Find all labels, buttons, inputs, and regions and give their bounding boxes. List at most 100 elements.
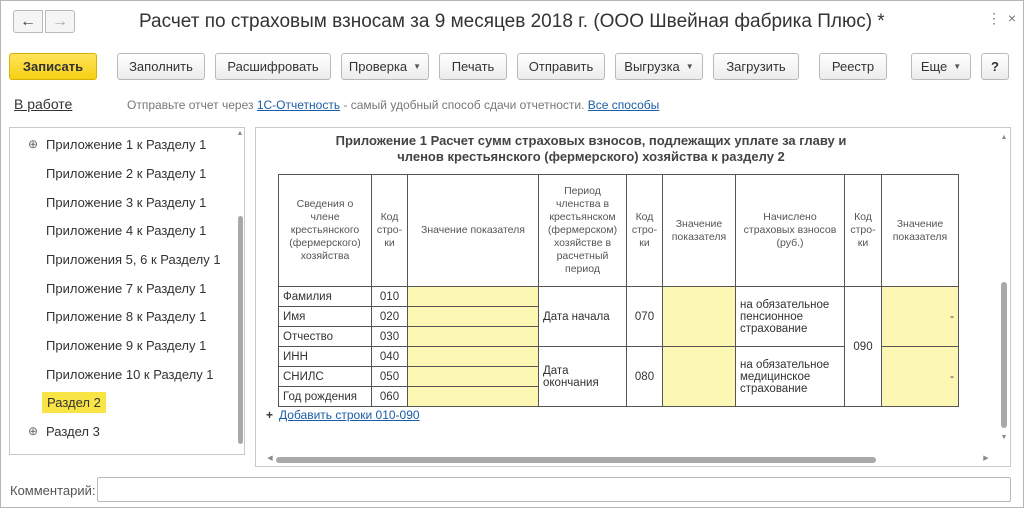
scroll-up-icon[interactable]: ▲ (236, 130, 244, 138)
scroll-left-icon[interactable]: ◀ (266, 455, 274, 463)
row-label-lastname: Фамилия (278, 286, 372, 307)
status-link[interactable]: В работе (14, 96, 72, 112)
scroll-up-icon[interactable]: ▲ (1000, 134, 1008, 142)
form-panel: Приложение 1 Расчет сумм страховых взнос… (255, 127, 1011, 467)
tree-item-appendix-10[interactable]: Приложение 10 к Разделу 1 (10, 360, 236, 388)
chevron-down-icon: ▼ (413, 62, 422, 71)
sections-tree: ⊕ Приложение 1 к Разделу 1 Приложение 2 к… (9, 127, 245, 455)
command-bar: Записать Заполнить Расшифровать Проверка… (1, 53, 1023, 81)
lastname-input[interactable] (407, 286, 539, 307)
forward-button[interactable]: → (45, 10, 75, 33)
period-start-input[interactable] (662, 286, 736, 347)
tree-item-label: Приложение 8 к Разделу 1 (46, 308, 207, 324)
send-button[interactable]: Отправить (517, 53, 605, 80)
tree-item-label: Раздел 3 (46, 423, 100, 439)
arrow-left-icon: ← (20, 12, 36, 30)
print-button[interactable]: Печать (439, 53, 507, 80)
table-row: Фамилия 010 Дата начала 070 на обязатель… (278, 286, 959, 407)
form-heading-line-2: членов крестьянского (фермерского) хозяй… (397, 149, 785, 164)
tree-item-label: Приложение 9 к Разделу 1 (46, 337, 207, 353)
header-value: Значение показателя (407, 174, 539, 287)
report-window: ← → Расчет по страховым взносам за 9 мес… (0, 0, 1024, 508)
export-dropdown-button[interactable]: Выгрузка ▼ (615, 53, 703, 80)
scroll-right-icon[interactable]: ▶ (982, 455, 990, 463)
help-button[interactable]: ? (981, 53, 1009, 80)
more-dropdown-button[interactable]: Еще ▼ (911, 53, 971, 80)
chevron-down-icon: ▼ (685, 62, 694, 71)
save-button[interactable]: Записать (9, 53, 97, 80)
row-code: 020 (371, 306, 408, 327)
plus-icon[interactable]: + (266, 408, 273, 422)
tree-item-label: Приложение 3 к Разделу 1 (46, 194, 207, 210)
header-value: Значение показателя (881, 174, 959, 287)
scrollbar-thumb[interactable] (276, 457, 876, 463)
tree-item-label: Приложение 2 к Разделу 1 (46, 165, 207, 181)
row-label-firstname: Имя (278, 306, 372, 327)
add-rows: + Добавить строки 010-090 (266, 408, 420, 422)
scrollbar-thumb[interactable] (238, 216, 243, 444)
header-accrued: Начислено страховых взносов (руб.) (735, 174, 845, 287)
load-button[interactable]: Загрузить (713, 53, 799, 80)
info-bar: В работе Отправьте отчет через 1С-Отчетн… (1, 93, 1023, 117)
tree-item-appendix-9[interactable]: Приложение 9 к Разделу 1 (10, 331, 236, 359)
decode-button[interactable]: Расшифровать (215, 53, 331, 80)
tree-item-label: Приложение 7 к Разделу 1 (46, 280, 207, 296)
tree-item-label: Приложение 4 к Разделу 1 (46, 222, 207, 238)
comment-input[interactable] (97, 477, 1011, 502)
expand-icon[interactable]: ⊕ (28, 425, 38, 437)
tree-item-appendix-4[interactable]: Приложение 4 к Разделу 1 (10, 216, 236, 244)
expand-icon[interactable]: ⊕ (28, 138, 38, 150)
scroll-down-icon[interactable]: ▼ (1000, 434, 1008, 442)
link-1c-reporting[interactable]: 1С-Отчетность (257, 98, 340, 112)
form-horizontal-scrollbar[interactable]: ◀ ▶ (266, 455, 989, 464)
fill-button[interactable]: Заполнить (117, 53, 205, 80)
back-button[interactable]: ← (13, 10, 43, 33)
window-title: Расчет по страховым взносам за 9 месяцев… (139, 11, 885, 32)
check-dropdown-button[interactable]: Проверка ▼ (341, 53, 429, 80)
link-all-methods[interactable]: Все способы (588, 98, 660, 112)
close-icon[interactable]: × (1005, 11, 1019, 25)
info-text-after: - самый удобный способ сдачи отчетности. (340, 98, 588, 112)
row-code: 060 (371, 386, 408, 407)
export-label: Выгрузка (624, 59, 680, 74)
tree-scrollbar[interactable]: ▲ (236, 130, 244, 452)
tree-item-label: Приложение 1 к Разделу 1 (46, 136, 207, 152)
add-rows-link[interactable]: Добавить строки 010-090 (279, 408, 420, 422)
accrued-code: 090 (844, 286, 882, 407)
medical-value-input[interactable]: - (881, 346, 959, 407)
scrollbar-thumb[interactable] (1001, 282, 1007, 428)
tree-item-label: Приложение 10 к Разделу 1 (46, 366, 214, 382)
tree-item-appendix-1[interactable]: ⊕ Приложение 1 к Разделу 1 (10, 130, 236, 158)
tree-item-appendix-2[interactable]: Приложение 2 к Разделу 1 (10, 159, 236, 187)
form-vertical-scrollbar[interactable]: ▲ ▼ (1000, 134, 1008, 441)
tree-item-section-2[interactable]: Раздел 2 (10, 388, 236, 416)
row-code: 040 (371, 346, 408, 367)
check-label: Проверка (348, 59, 408, 74)
tree-item-appendix-3[interactable]: Приложение 3 к Разделу 1 (10, 188, 236, 216)
form-heading: Приложение 1 Расчет сумм страховых взнос… (316, 133, 866, 165)
tree-item-appendix-5-6[interactable]: Приложения 5, 6 к Разделу 1 (10, 245, 236, 273)
row-code: 030 (371, 326, 408, 347)
tree-item-appendix-7[interactable]: Приложение 7 к Разделу 1 (10, 274, 236, 302)
row-code: 010 (371, 286, 408, 307)
table-header-row: Сведения о члене крестьянского (фермерск… (278, 174, 959, 287)
tree-item-appendix-8[interactable]: Приложение 8 к Разделу 1 (10, 302, 236, 330)
registry-button[interactable]: Реестр (819, 53, 887, 80)
period-end-input[interactable] (662, 346, 736, 407)
birth-year-input[interactable] (407, 386, 539, 407)
snils-input[interactable] (407, 366, 539, 387)
more-actions-icon[interactable]: ⋮ (987, 11, 1001, 25)
patronymic-input[interactable] (407, 326, 539, 347)
inn-input[interactable] (407, 346, 539, 367)
tree-item-section-3[interactable]: ⊕ Раздел 3 (10, 417, 236, 445)
pension-value-input[interactable]: - (881, 286, 959, 347)
more-label: Еще (920, 59, 948, 74)
title-bar: ← → Расчет по страховым взносам за 9 мес… (1, 1, 1023, 45)
firstname-input[interactable] (407, 306, 539, 327)
contributions-table: Сведения о члене крестьянского (фермерск… (278, 174, 959, 407)
header-member-info: Сведения о члене крестьянского (фермерск… (278, 174, 372, 287)
pension-label: на обязательное пенсионное страхование (735, 286, 845, 347)
period-start-label: Дата начала (538, 286, 627, 347)
row-label-snils: СНИЛС (278, 366, 372, 387)
row-label-birth-year: Год рождения (278, 386, 372, 407)
